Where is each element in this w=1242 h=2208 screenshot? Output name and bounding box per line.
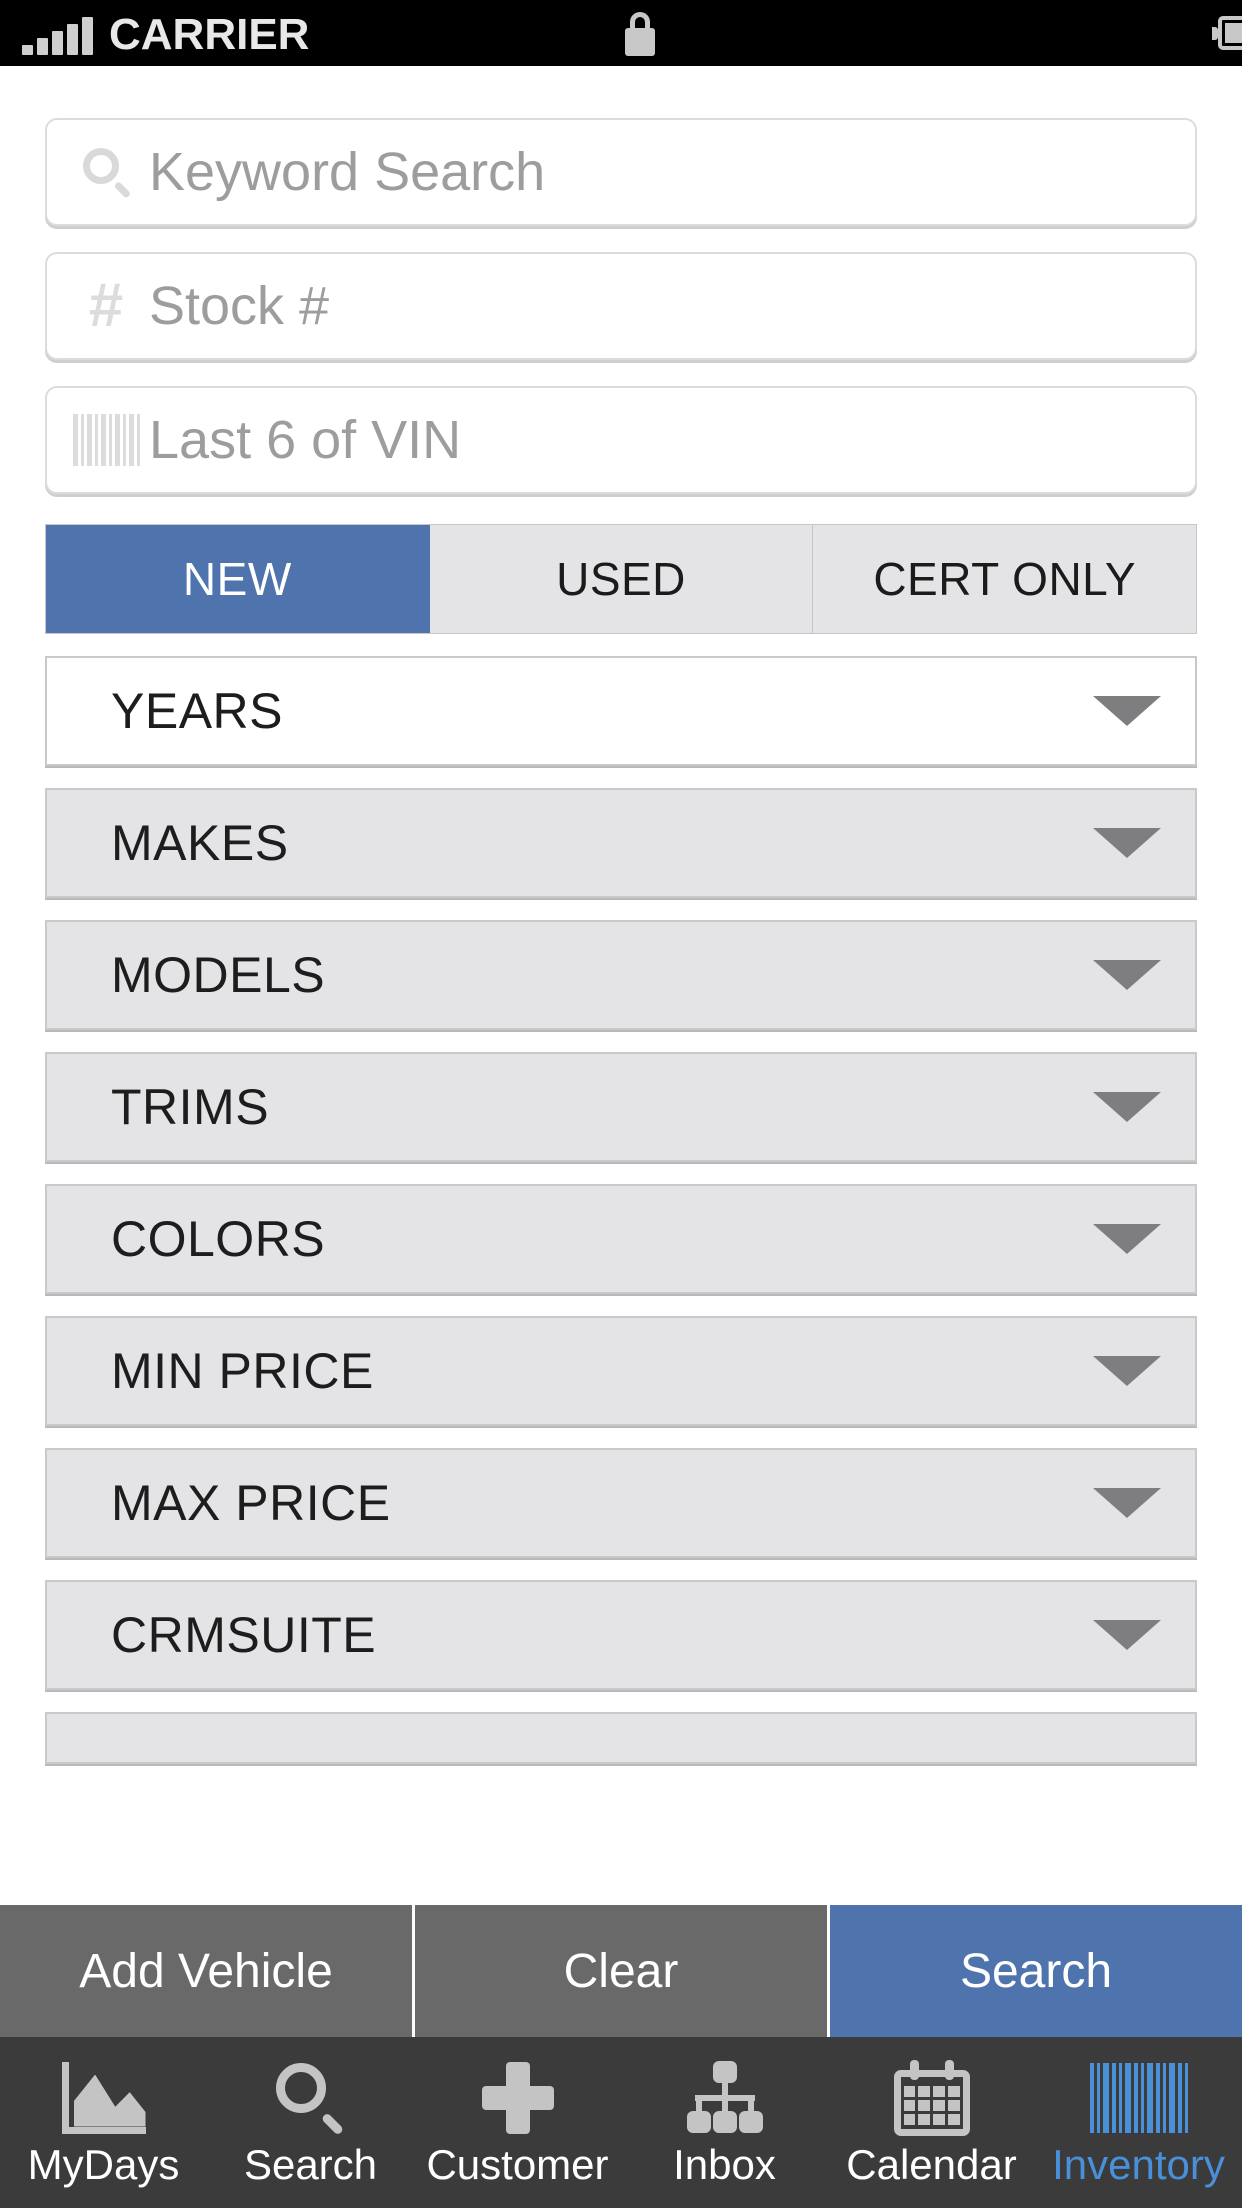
chart-icon: [61, 2060, 146, 2136]
tab-label: Search: [243, 2140, 378, 2188]
clear-button[interactable]: Clear: [415, 1905, 830, 2037]
barcode-icon: [1089, 2060, 1188, 2136]
tab-label: MyDays: [27, 2140, 180, 2188]
segment-cert-only[interactable]: CERT ONLY: [813, 525, 1196, 633]
calendar-icon: [892, 2059, 972, 2136]
status-bar-left: CARRIER: [0, 10, 310, 59]
segment-new[interactable]: NEW: [46, 525, 430, 633]
tab-inbox[interactable]: Inbox: [621, 2037, 828, 2208]
filter-row-crmsuite[interactable]: CRMSUITE: [45, 1580, 1197, 1690]
filter-label: MAKES: [111, 815, 289, 871]
filter-label: CRMSUITE: [111, 1607, 377, 1663]
chevron-down-icon[interactable]: [1093, 1620, 1161, 1650]
filter-row-partial[interactable]: [45, 1712, 1197, 1764]
stock-number-placeholder: Stock #: [149, 276, 330, 336]
keyword-search-field[interactable]: Keyword Search: [45, 118, 1197, 226]
tab-calendar[interactable]: Calendar: [828, 2037, 1035, 2208]
filter-label: TRIMS: [111, 1079, 270, 1135]
filter-row-years[interactable]: YEARS: [45, 656, 1197, 766]
stock-number-field[interactable]: # Stock #: [45, 252, 1197, 360]
filter-row-colors[interactable]: COLORS: [45, 1184, 1197, 1294]
barcode-icon: [69, 414, 143, 466]
action-bar: Add Vehicle Clear Search: [0, 1905, 1242, 2037]
carrier-label: CARRIER: [109, 10, 310, 59]
chevron-down-icon[interactable]: [1093, 1092, 1161, 1122]
search-icon: [274, 2060, 348, 2136]
tab-label: Inbox: [673, 2140, 776, 2188]
tab-label: Inventory: [1052, 2140, 1225, 2188]
chevron-down-icon[interactable]: [1093, 1488, 1161, 1518]
filter-row-models[interactable]: MODELS: [45, 920, 1197, 1030]
filter-label: YEARS: [111, 683, 284, 739]
app-screen: CARRIER Keyword Search # Stock # Last 6 …: [0, 0, 1242, 2208]
filter-label: MAX PRICE: [111, 1475, 391, 1531]
chevron-down-icon[interactable]: [1093, 828, 1161, 858]
filter-label: MODELS: [111, 947, 326, 1003]
search-button[interactable]: Search: [830, 1905, 1242, 2037]
segment-used[interactable]: USED: [430, 525, 814, 633]
filter-row-trims[interactable]: TRIMS: [45, 1052, 1197, 1162]
filter-label: COLORS: [111, 1211, 326, 1267]
hash-icon: #: [88, 271, 124, 340]
filter-label: MIN PRICE: [111, 1343, 374, 1399]
chevron-down-icon[interactable]: [1093, 696, 1161, 726]
tab-bar: MyDays Search Customer Inbox Calendar In…: [0, 2037, 1242, 2208]
tab-label: Calendar: [846, 2140, 1017, 2188]
chevron-down-icon[interactable]: [1093, 1224, 1161, 1254]
search-icon: [69, 145, 143, 199]
signal-bars-icon: [22, 17, 93, 55]
plus-icon: [481, 2060, 554, 2136]
keyword-search-placeholder: Keyword Search: [149, 142, 546, 202]
chevron-down-icon[interactable]: [1093, 960, 1161, 990]
filter-row-max-price[interactable]: MAX PRICE: [45, 1448, 1197, 1558]
inventory-search-panel: Keyword Search # Stock # Last 6 of VIN N…: [0, 66, 1242, 1905]
add-vehicle-button[interactable]: Add Vehicle: [0, 1905, 415, 2037]
condition-segmented-control: NEW USED CERT ONLY: [45, 524, 1197, 634]
status-bar: CARRIER: [0, 0, 1242, 66]
tab-search[interactable]: Search: [207, 2037, 414, 2208]
chevron-down-icon[interactable]: [1093, 1356, 1161, 1386]
filter-row-makes[interactable]: MAKES: [45, 788, 1197, 898]
tab-customer[interactable]: Customer: [414, 2037, 621, 2208]
vin-placeholder: Last 6 of VIN: [149, 410, 462, 470]
tab-inventory[interactable]: Inventory: [1035, 2037, 1242, 2208]
filter-row-min-price[interactable]: MIN PRICE: [45, 1316, 1197, 1426]
tab-label: Customer: [426, 2140, 609, 2188]
hierarchy-icon: [685, 2060, 765, 2136]
vin-field[interactable]: Last 6 of VIN: [45, 386, 1197, 494]
tab-mydays[interactable]: MyDays: [0, 2037, 207, 2208]
